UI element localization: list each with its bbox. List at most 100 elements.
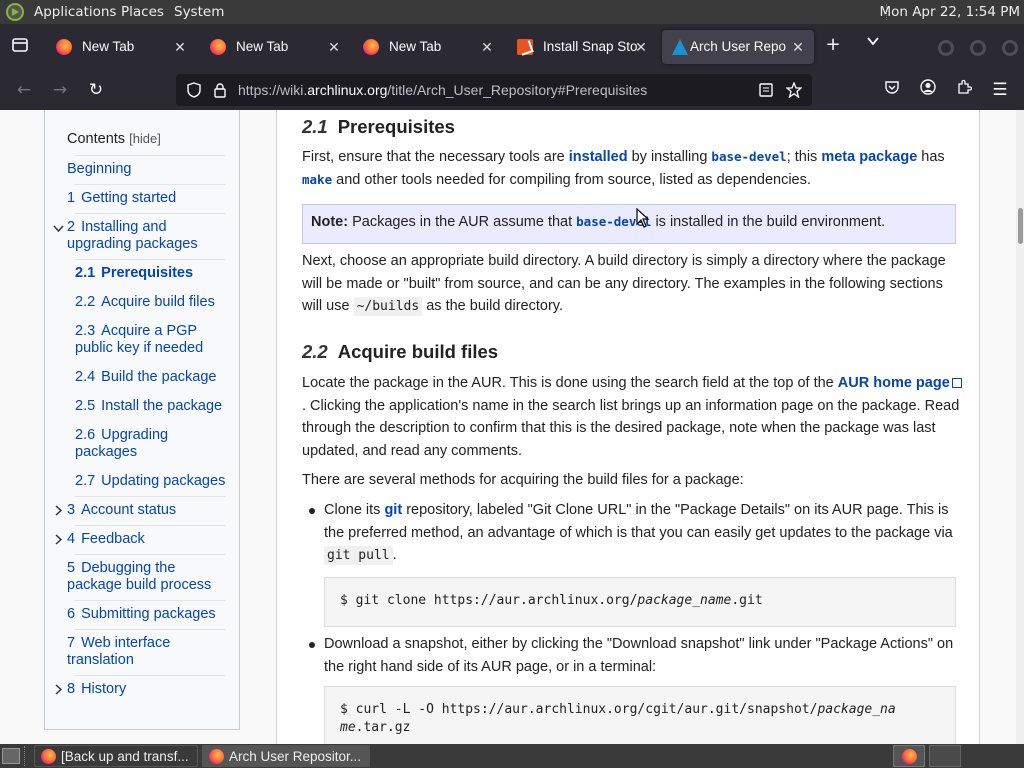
inline-code: git pull [324, 546, 393, 565]
toc-number: 7 [67, 635, 76, 651]
tab-title: Install Snap Store [543, 39, 637, 54]
firefox-view-button[interactable] [10, 36, 30, 56]
close-tab-icon[interactable]: ✕ [170, 37, 190, 57]
close-tab-icon[interactable]: ✕ [631, 37, 651, 57]
reload-button[interactable]: ↻ [84, 78, 108, 102]
minimize-button[interactable] [938, 40, 954, 56]
base-devel-link[interactable]: base-devel [711, 149, 786, 164]
toc-hide-link[interactable]: [hide] [129, 131, 161, 146]
url-path: /title/Arch_User_Repository#Prerequisite… [387, 82, 648, 98]
taskbar-separator [24, 746, 28, 766]
tab-arch-user-repository[interactable]: Arch User Repository ✕ [662, 30, 814, 64]
inline-code: ~/builds [353, 297, 423, 316]
toc-label: Acquire build files [101, 294, 215, 310]
chevron-down-icon[interactable] [53, 223, 64, 237]
toc-item-updating-packages[interactable]: 2.7 Updating packages [75, 473, 225, 490]
maximize-button[interactable] [970, 40, 986, 56]
close-tab-icon[interactable]: ✕ [788, 37, 808, 57]
toc-item-build-package[interactable]: 2.4 Build the package [75, 369, 216, 386]
url-bar[interactable]: https://wiki.archlinux.org/title/Arch_Us… [176, 74, 812, 106]
account-button[interactable] [916, 78, 940, 102]
close-tab-icon[interactable]: ✕ [477, 37, 497, 57]
make-link[interactable]: make [302, 172, 332, 187]
chevron-down-icon [867, 37, 879, 46]
divider [75, 259, 225, 260]
lock-icon[interactable] [212, 82, 228, 98]
git-link[interactable]: git [384, 502, 402, 518]
toc-item-beginning[interactable]: Beginning [67, 161, 132, 178]
workspace-2[interactable] [929, 745, 961, 767]
system-menu[interactable]: System [174, 4, 224, 20]
mouse-cursor-icon [636, 208, 650, 228]
text: has [917, 149, 945, 165]
tab-new-tab-1[interactable]: New Tab ✕ [46, 30, 196, 64]
toc-item-account-status[interactable]: 3 Account status [67, 502, 176, 519]
close-tab-icon[interactable]: ✕ [324, 37, 344, 57]
toc-item-history[interactable]: 8 History [67, 681, 126, 698]
code-block-curl[interactable]: $ curl -L -O https://aur.archlinux.org/c… [324, 686, 956, 744]
toc-label: Installing and [81, 219, 167, 235]
chevron-right-icon[interactable] [53, 534, 64, 548]
divider [75, 554, 225, 555]
show-desktop-icon[interactable] [2, 748, 20, 764]
tab-title: Arch User Repository [690, 39, 786, 54]
toc-item-prerequisites[interactable]: 2.1 Prerequisites [75, 265, 193, 282]
places-menu[interactable]: Places [121, 4, 164, 20]
shield-icon[interactable] [186, 82, 202, 98]
toc-item-web-interface-translation[interactable]: 7 Web interface translation [67, 635, 170, 669]
forward-button[interactable]: → [48, 78, 72, 102]
app-menu-button[interactable]: ☰ [988, 78, 1012, 102]
close-window-button[interactable] [1002, 40, 1018, 56]
code-block-git-clone[interactable]: $ git clone https://aur.archlinux.org/pa… [324, 577, 956, 627]
chevron-right-icon[interactable] [53, 684, 64, 698]
chevron-right-icon[interactable] [53, 505, 64, 519]
toc-item-acquire-pgp-key[interactable]: 2.3 Acquire a PGP public key if needed [75, 323, 203, 357]
new-tab-button[interactable]: + [822, 34, 844, 55]
list-all-tabs-button[interactable] [862, 34, 884, 52]
toc-item-submitting-packages[interactable]: 6 Submitting packages [67, 606, 216, 623]
toc-item-upgrading-packages[interactable]: 2.6 Upgrading packages [75, 427, 168, 461]
taskbar-item-backup[interactable]: [Back up and transf... [34, 745, 198, 767]
aur-home-page-link[interactable]: AUR home page [838, 375, 962, 391]
distro-logo-icon[interactable] [6, 3, 24, 21]
toc-item-debugging[interactable]: 5 Debugging the package build process [67, 560, 211, 594]
reader-view-icon[interactable] [758, 82, 774, 98]
tab-new-tab-3[interactable]: New Tab ✕ [353, 30, 503, 64]
extensions-button[interactable] [952, 78, 976, 102]
toc-item-acquire-build-files[interactable]: 2.2 Acquire build files [75, 294, 215, 311]
tab-new-tab-2[interactable]: New Tab ✕ [200, 30, 350, 64]
external-link-icon [951, 378, 962, 388]
toc-label: Build the package [101, 369, 217, 385]
firefox-view-icon [12, 38, 28, 52]
workspace-switcher[interactable] [893, 745, 925, 767]
toc-label: Account status [81, 502, 177, 518]
clock[interactable]: Mon Apr 22, 1:54 PM [879, 4, 1020, 20]
firefox-icon [210, 39, 226, 55]
toc-item-getting-started[interactable]: 1 Getting started [67, 190, 176, 207]
toc-item-installing[interactable]: 2 Installing and upgrading packages [67, 219, 198, 253]
table-of-contents: Contents [hide] Beginning 1 Getting start… [44, 110, 240, 730]
taskbar-item-arch[interactable]: Arch User Repositor... [202, 745, 370, 767]
installed-link[interactable]: installed [569, 149, 628, 165]
toc-item-feedback[interactable]: 4 Feedback [67, 531, 145, 548]
toc-number: 2.7 [75, 473, 96, 489]
toc-label: Feedback [81, 531, 145, 547]
navigation-toolbar: ← → ↻ https://wiki.archlinux.org/title/A… [0, 70, 1024, 110]
page-scrollbar[interactable] [1016, 110, 1024, 744]
url-prefix: https://wiki. [238, 82, 308, 98]
url-text[interactable]: https://wiki.archlinux.org/title/Arch_Us… [238, 82, 647, 98]
back-button[interactable]: ← [12, 78, 36, 102]
list-item-snapshot: Download a snapshot, either by clicking … [324, 636, 954, 675]
taskbar: [Back up and transf... Arch User Reposit… [0, 744, 1024, 768]
toc-label: Getting started [81, 190, 177, 206]
toc-item-install-package[interactable]: 2.5 Install the package [75, 398, 222, 415]
section-heading-acquire-build-files: 2.2 Acquire build files [302, 341, 498, 363]
scrollbar-thumb[interactable] [1018, 208, 1023, 244]
bookmark-star-icon[interactable] [786, 82, 802, 98]
meta-package-link[interactable]: meta package [821, 149, 917, 165]
applications-menu[interactable]: Applications [34, 4, 116, 20]
pocket-button[interactable] [880, 78, 904, 102]
toc-number: 2.4 [75, 369, 96, 385]
tab-install-snap-store[interactable]: Install Snap Store ✕ [507, 30, 657, 64]
text: First, ensure that the necessary tools a… [302, 149, 569, 165]
